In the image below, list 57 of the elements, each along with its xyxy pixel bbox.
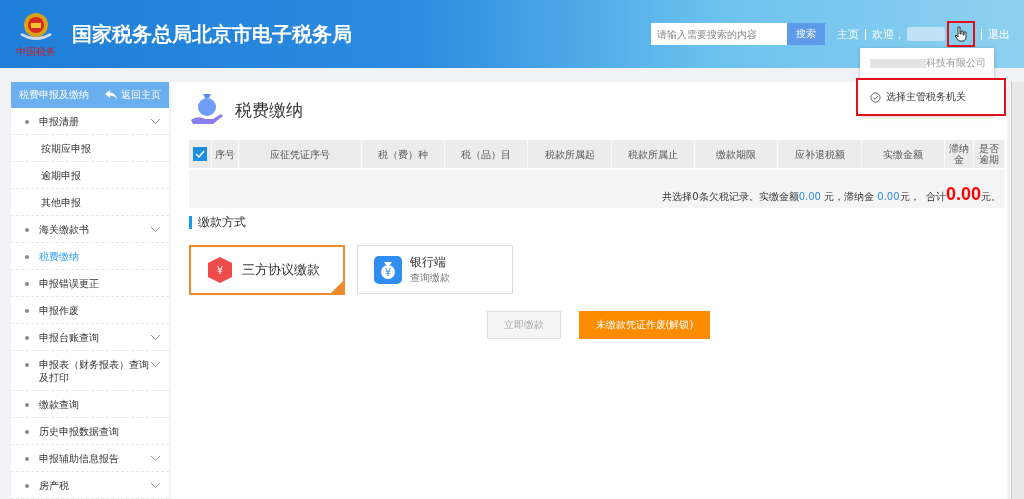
- sidebar-item[interactable]: 缴款查询: [11, 391, 169, 418]
- column-header: 缴款期限: [695, 140, 779, 168]
- company-name: 科技有限公司: [926, 56, 986, 70]
- menu-item[interactable]: 选择主管税务机关: [856, 78, 1006, 116]
- bullet-icon: [25, 228, 29, 232]
- column-header: 税款所属起: [528, 140, 612, 168]
- sidebar-item[interactable]: 海关缴款书: [11, 216, 169, 243]
- column-header: 应补退税额: [778, 140, 862, 168]
- sidebar-item[interactable]: 申报辅助信息报告: [11, 445, 169, 472]
- sidebar-item[interactable]: 房产税: [11, 472, 169, 499]
- blurred-name: [907, 27, 945, 41]
- bullet-icon: [25, 309, 29, 313]
- bullet-icon: [25, 403, 29, 407]
- sidebar-item[interactable]: 申报错误更正: [11, 270, 169, 297]
- welcome-text: 欢迎，: [872, 26, 905, 42]
- column-header: 滞纳金: [945, 140, 975, 168]
- sidebar-subitem[interactable]: 按期应申报: [11, 135, 169, 162]
- column-header: 序号: [212, 140, 240, 168]
- payment-method-card[interactable]: ¥ 三方协议缴款: [189, 245, 345, 295]
- bullet-icon: [25, 484, 29, 488]
- payment-method-card[interactable]: ¥ 银行端 查询缴款: [357, 245, 513, 294]
- column-header: 实缴金额: [861, 140, 945, 168]
- sidebar-item[interactable]: 申报表（财务报表）查询及打印: [11, 351, 169, 391]
- blurred-company: [870, 58, 926, 68]
- section-heading: 缴款方式: [189, 216, 1005, 229]
- column-header: 税（品）目: [445, 140, 529, 168]
- page-title: 税费缴纳: [235, 98, 303, 122]
- search-field[interactable]: 请输入需要搜索的内容: [651, 23, 787, 45]
- bullet-icon: [25, 282, 29, 286]
- box-yuan-icon: ¥: [206, 256, 234, 284]
- sidebar-subitem[interactable]: 其他申报: [11, 189, 169, 216]
- sidebar-title: 税费申报及缴纳: [19, 88, 89, 102]
- check-circle-icon: [870, 91, 881, 103]
- bullet-icon: [25, 457, 29, 461]
- bullet-icon: [25, 255, 29, 259]
- column-header: 是否逾期: [974, 140, 1005, 168]
- bullet-icon: [25, 430, 29, 434]
- money-bag-icon: ¥: [374, 255, 402, 284]
- bullet-icon: [25, 363, 29, 367]
- sidebar-item[interactable]: 申报台账查询: [11, 324, 169, 351]
- column-header: 应征凭证序号: [239, 140, 362, 168]
- scrollbar[interactable]: [1011, 82, 1024, 499]
- sidebar-subitem[interactable]: 逾期申报: [11, 162, 169, 189]
- column-header: 税款所属止: [611, 140, 696, 168]
- site-title: 国家税务总局北京市电子税务局: [72, 20, 352, 48]
- select-all-checkbox[interactable]: [193, 147, 207, 161]
- column-header: 税（费）种: [361, 140, 446, 168]
- selected-corner-icon: [331, 281, 343, 293]
- sidebar-item[interactable]: 申报清册: [11, 108, 169, 135]
- sidebar-item[interactable]: 申报作废: [11, 297, 169, 324]
- hand-cursor-icon: [954, 26, 968, 42]
- logo-caption: 中国税务: [16, 45, 56, 59]
- bullet-icon: [25, 336, 29, 340]
- return-arrow-icon: [105, 90, 117, 100]
- sidebar-item[interactable]: 历史申报数据查询: [11, 418, 169, 445]
- bullet-icon: [25, 120, 29, 124]
- summary-text: 共选择0条欠税记录。实缴金额0.00 元，滞纳金 0.00元， 合计0.00元。: [662, 183, 1001, 205]
